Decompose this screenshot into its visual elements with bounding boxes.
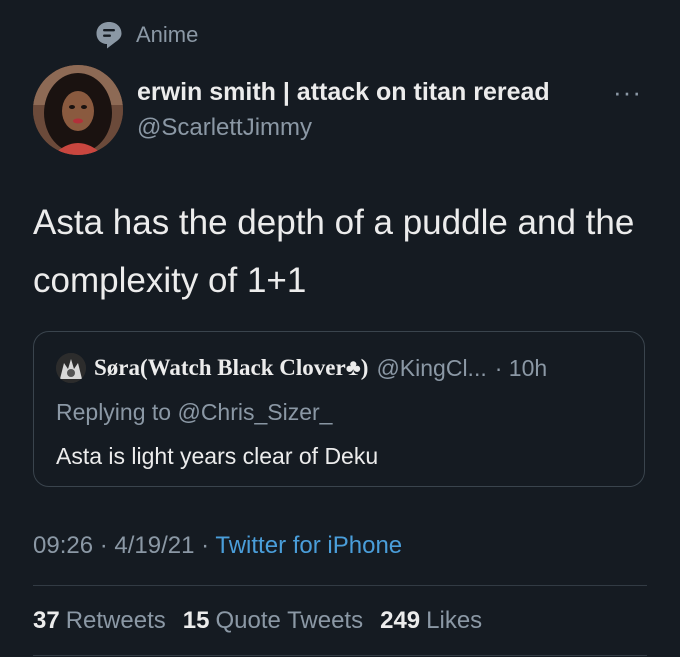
- tweet-meta: 09:26 · 4/19/21 · Twitter for iPhone: [33, 532, 402, 560]
- likes-count: 249: [380, 607, 421, 634]
- retweets-label: Retweets: [65, 607, 166, 634]
- quote-tweets-count: 15: [182, 607, 210, 634]
- divider: [33, 585, 647, 586]
- author-name[interactable]: erwin smith | attack on titan reread: [137, 78, 550, 107]
- more-options-icon[interactable]: ···: [613, 79, 642, 105]
- quoted-replying-to: Replying to @Chris_Sizer_: [56, 399, 332, 426]
- replying-prefix: Replying to: [56, 399, 178, 425]
- retweets-count: 37: [33, 607, 60, 634]
- divider: [33, 655, 647, 656]
- quoted-tweet[interactable]: Søra(Watch Black Clover♣) @KingCl... · 1…: [33, 331, 645, 487]
- tweet-date: 4/19/21: [114, 532, 195, 559]
- meta-separator: ·: [201, 532, 210, 559]
- quoted-author-name[interactable]: Søra(Watch Black Clover♣): [94, 355, 368, 381]
- quoted-author-handle[interactable]: @KingCl...: [376, 355, 486, 382]
- replying-to-handle[interactable]: @Chris_Sizer_: [177, 399, 332, 425]
- topic-header[interactable]: Anime: [94, 20, 198, 50]
- quote-tweets-stat[interactable]: 15 Quote Tweets: [183, 607, 363, 635]
- author-handle[interactable]: @ScarlettJimmy: [137, 114, 312, 142]
- tweet-time: 09:26: [33, 532, 94, 559]
- topic-tag-icon: [96, 22, 122, 49]
- meta-separator: ·: [99, 532, 108, 559]
- likes-stat[interactable]: 249 Likes: [380, 607, 482, 635]
- tweet-text: Asta has the depth of a puddle and the c…: [33, 203, 635, 300]
- retweets-stat[interactable]: 37 Retweets: [33, 607, 166, 635]
- quoted-tweet-text: Asta is light years clear of Deku: [56, 443, 379, 469]
- quoted-timestamp: · 10h: [494, 354, 548, 381]
- quoted-author-avatar[interactable]: [56, 353, 86, 383]
- quote-tweets-label: Quote Tweets: [215, 607, 364, 634]
- author-avatar[interactable]: [33, 65, 123, 155]
- quoted-tweet-header: Søra(Watch Black Clover♣) @KingCl... · 1…: [56, 353, 547, 383]
- tweet-source-link[interactable]: Twitter for iPhone: [215, 532, 402, 559]
- likes-label: Likes: [426, 607, 483, 634]
- engagement-stats: 37 Retweets 15 Quote Tweets 249 Likes: [33, 607, 482, 635]
- topic-label: Anime: [136, 22, 199, 47]
